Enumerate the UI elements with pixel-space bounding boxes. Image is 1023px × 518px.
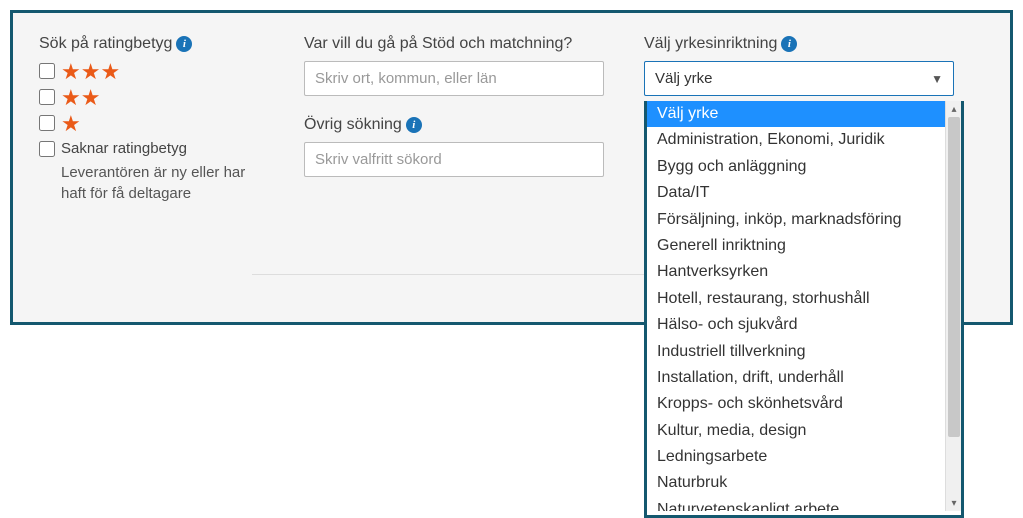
profession-option[interactable]: Data/IT: [647, 180, 961, 206]
profession-option[interactable]: Kropps- och skönhetsvård: [647, 391, 961, 417]
profession-option[interactable]: Hantverksyrken: [647, 259, 961, 285]
profession-column: Välj yrkesinriktning i Välj yrke ▼ Välj …: [644, 35, 954, 96]
rating-row-1: ★: [39, 113, 264, 135]
profession-select[interactable]: Välj yrke ▼: [644, 61, 954, 96]
star-icon: ★: [81, 61, 101, 83]
info-icon[interactable]: i: [176, 36, 192, 52]
profession-option[interactable]: Administration, Ekonomi, Juridik: [647, 127, 961, 153]
rating-checkbox-3stars[interactable]: [39, 63, 55, 79]
rating-label: Sök på ratingbetyg i: [39, 35, 264, 53]
location-field: Var vill du gå på Stöd och matchning?: [304, 35, 604, 96]
profession-option[interactable]: Välj yrke: [647, 101, 961, 127]
location-label-text: Var vill du gå på Stöd och matchning?: [304, 35, 572, 53]
middle-column: Var vill du gå på Stöd och matchning? Öv…: [304, 35, 604, 197]
location-input[interactable]: [304, 61, 604, 96]
star-icon: ★: [100, 61, 120, 83]
star-icon: ★: [81, 87, 101, 109]
info-icon[interactable]: i: [406, 117, 422, 133]
profession-option[interactable]: Naturvetenskapligt arbete: [647, 497, 961, 511]
profession-label: Välj yrkesinriktning i: [644, 35, 954, 53]
stars-1: ★: [61, 113, 81, 135]
chevron-down-icon: ▼: [931, 72, 943, 86]
scrollbar[interactable]: ▴ ▾: [945, 101, 961, 511]
rating-label-text: Sök på ratingbetyg: [39, 35, 172, 53]
scrollbar-thumb[interactable]: [948, 117, 960, 437]
profession-option[interactable]: Hotell, restaurang, storhushåll: [647, 286, 961, 312]
rating-row-3: ★ ★ ★: [39, 61, 264, 83]
no-rating-label: Saknar ratingbetyg: [61, 139, 187, 159]
location-label: Var vill du gå på Stöd och matchning?: [304, 35, 604, 53]
search-panel: Sök på ratingbetyg i ★ ★ ★ ★ ★: [10, 10, 1013, 325]
profession-option[interactable]: Naturbruk: [647, 470, 961, 496]
profession-option[interactable]: Industriell tillverkning: [647, 339, 961, 365]
profession-option[interactable]: Försäljning, inköp, marknadsföring: [647, 207, 961, 233]
star-icon: ★: [61, 87, 81, 109]
scroll-down-icon[interactable]: ▾: [946, 495, 961, 511]
stars-2: ★ ★: [61, 87, 100, 109]
info-icon[interactable]: i: [781, 36, 797, 52]
profession-selected-text: Välj yrke: [655, 70, 713, 87]
profession-option[interactable]: Ledningsarbete: [647, 444, 961, 470]
profession-option[interactable]: Hälso- och sjukvård: [647, 312, 961, 338]
other-search-input[interactable]: [304, 142, 604, 177]
rating-row-none: Saknar ratingbetyg: [39, 139, 264, 159]
other-search-label-text: Övrig sökning: [304, 116, 402, 134]
other-search-field: Övrig sökning i: [304, 116, 604, 177]
star-icon: ★: [61, 113, 81, 135]
profession-label-text: Välj yrkesinriktning: [644, 35, 777, 53]
rating-checkbox-2stars[interactable]: [39, 89, 55, 105]
rating-checkbox-1star[interactable]: [39, 115, 55, 131]
stars-3: ★ ★ ★: [61, 61, 120, 83]
profession-option[interactable]: Bygg och anläggning: [647, 154, 961, 180]
no-rating-subtext: Leverantören är ny eller har haft för få…: [61, 163, 264, 204]
profession-option[interactable]: Installation, drift, underhåll: [647, 365, 961, 391]
star-icon: ★: [61, 61, 81, 83]
profession-dropdown: Välj yrkeAdministration, Ekonomi, Juridi…: [644, 101, 964, 518]
profession-option[interactable]: Generell inriktning: [647, 233, 961, 259]
other-search-label: Övrig sökning i: [304, 116, 604, 134]
profession-option-list: Välj yrkeAdministration, Ekonomi, Juridi…: [647, 101, 961, 511]
rating-row-2: ★ ★: [39, 87, 264, 109]
rating-filter-section: Sök på ratingbetyg i ★ ★ ★ ★ ★: [39, 35, 264, 204]
profession-option[interactable]: Kultur, media, design: [647, 418, 961, 444]
scroll-up-icon[interactable]: ▴: [946, 101, 961, 117]
rating-checkbox-none[interactable]: [39, 141, 55, 157]
